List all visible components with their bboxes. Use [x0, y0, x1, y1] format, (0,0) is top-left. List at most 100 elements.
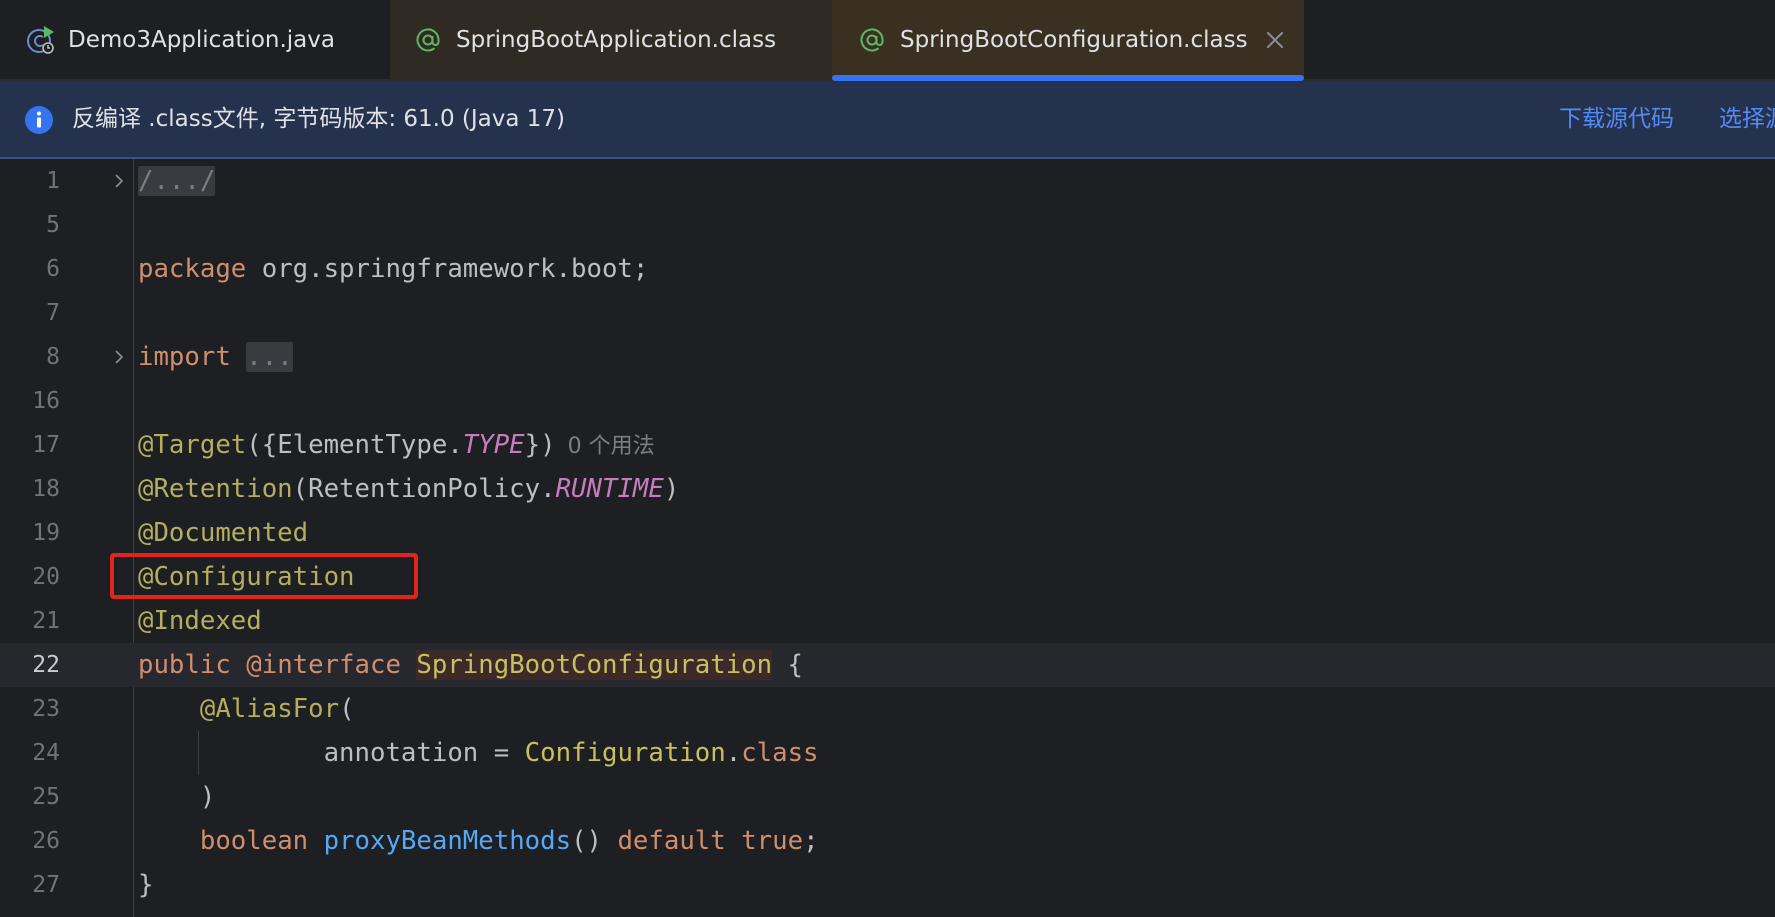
code-punct: }) [524, 430, 556, 460]
true-keyword: true [741, 826, 804, 856]
enum-constant: TYPE [462, 430, 525, 460]
code-text: /.../ [138, 159, 216, 203]
annotation-aliasfor: @AliasFor [199, 694, 340, 724]
fold-chevron-icon[interactable] [110, 348, 128, 366]
code-line: 23 @AliasFor( [0, 687, 1775, 731]
code-punct: . [725, 738, 742, 768]
code-punct: () [571, 826, 618, 856]
code-line: 21 @Indexed [0, 599, 1775, 643]
code-text: } [138, 863, 153, 907]
tab-label: Demo3Application.java [68, 26, 335, 53]
code-punct: ) [199, 782, 216, 812]
package-name: org.springframework.boot; [246, 254, 649, 284]
line-number: 21 [32, 608, 60, 634]
code-text: @Indexed [138, 599, 262, 643]
code-line: 25 ) [0, 775, 1775, 819]
line-number: 6 [46, 256, 60, 282]
close-icon[interactable] [1264, 29, 1286, 51]
indent-guide [198, 731, 199, 775]
decompiled-info-banner: 反编译 .class文件, 字节码版本: 61.0 (Java 17) 下载源代… [0, 81, 1775, 159]
code-line: 24 annotation = Configuration.class [0, 731, 1775, 775]
code-text: package org.springframework.boot; [138, 247, 648, 291]
default-keyword: default [617, 826, 726, 856]
enum-constant: RUNTIME [555, 474, 664, 504]
class-keyword: class [741, 738, 819, 768]
code-line: 18 @Retention(RetentionPolicy.RUNTIME) [0, 467, 1775, 511]
configuration-highlight-box [110, 553, 418, 599]
code-line: 27 } [0, 863, 1775, 907]
editor-tab-bar: Demo3Application.java SpringBootApplicat… [0, 0, 1775, 81]
code-text: boolean proxyBeanMethods() default true; [138, 819, 819, 863]
code-punct: ( [339, 694, 355, 724]
tab-label: SpringBootConfiguration.class [900, 26, 1248, 53]
method-name[interactable]: proxyBeanMethods [324, 826, 571, 856]
tab-demo3application[interactable]: Demo3Application.java [0, 0, 390, 79]
tab-springbootapplication[interactable]: SpringBootApplication.class [390, 0, 832, 79]
code-punct: ) [663, 474, 680, 504]
code-line: 16 [0, 379, 1775, 423]
annotation-target: @Target [138, 430, 247, 460]
code-text: @Documented [138, 511, 308, 555]
folded-header[interactable]: /.../ [138, 166, 216, 196]
annotation-documented: @Documented [138, 518, 309, 548]
annotation-indexed: @Indexed [138, 606, 262, 636]
fold-chevron-icon[interactable] [110, 172, 128, 190]
tab-springbootconfiguration[interactable]: SpringBootConfiguration.class [832, 0, 1304, 81]
line-number: 8 [46, 344, 60, 370]
line-number: 5 [46, 212, 60, 238]
code-text: annotation = Configuration.class [138, 731, 819, 775]
choose-sources-link[interactable]: 选择源 [1719, 101, 1775, 137]
code-punct: ; [803, 826, 819, 856]
annotation-param: annotation = [323, 738, 525, 768]
code-punct: } [138, 870, 154, 900]
annotation-icon [412, 24, 444, 56]
current-code-line: 22 public @interface SpringBootConfigura… [0, 643, 1775, 687]
line-number: 26 [32, 828, 60, 854]
code-editor[interactable]: 1 /.../ 5 6 package org.springframework.… [0, 159, 1775, 917]
interface-keyword: @interface [246, 650, 401, 680]
class-reference: Configuration [524, 738, 726, 768]
tab-label: SpringBootApplication.class [456, 26, 777, 53]
public-keyword: public [138, 650, 231, 680]
code-line: 8 import ... [0, 335, 1775, 379]
package-keyword: package [138, 254, 247, 284]
code-text: @Retention(RetentionPolicy.RUNTIME) [138, 467, 679, 511]
boolean-keyword: boolean [199, 826, 309, 856]
code-line: 26 boolean proxyBeanMethods() default tr… [0, 819, 1775, 863]
line-number: 7 [46, 300, 60, 326]
line-number: 24 [32, 740, 60, 766]
code-text: public @interface SpringBootConfiguratio… [138, 643, 803, 687]
code-punct: (RetentionPolicy. [292, 474, 556, 504]
line-number: 1 [46, 168, 60, 194]
code-text: import ... [138, 335, 293, 379]
usages-hint[interactable]: 0 个用法 [568, 434, 655, 459]
code-text: @AliasFor( [138, 687, 355, 731]
line-number: 17 [32, 432, 60, 458]
code-punct: ({ElementType. [246, 430, 463, 460]
type-name[interactable]: SpringBootConfiguration [416, 650, 773, 680]
line-number: 25 [32, 784, 60, 810]
code-text: ) [138, 775, 215, 819]
line-number: 18 [32, 476, 60, 502]
code-line: 1 /.../ [0, 159, 1775, 203]
annotation-retention: @Retention [138, 474, 293, 504]
line-number: 20 [32, 564, 60, 590]
banner-message: 反编译 .class文件, 字节码版本: 61.0 (Java 17) [72, 106, 566, 132]
code-line: 19 @Documented [0, 511, 1775, 555]
code-punct: { [772, 650, 804, 680]
code-line: 17 @Target({ElementType.TYPE}) 0 个用法 [0, 423, 1775, 467]
code-line: 7 [0, 291, 1775, 335]
java-run-class-icon [24, 24, 56, 56]
code-line: 6 package org.springframework.boot; [0, 247, 1775, 291]
folded-imports[interactable]: ... [246, 342, 293, 372]
info-icon [24, 105, 54, 135]
code-text: @Target({ElementType.TYPE}) 0 个用法 [138, 423, 655, 469]
line-number: 16 [32, 388, 60, 414]
import-keyword: import [138, 342, 231, 372]
download-sources-link[interactable]: 下载源代码 [1559, 101, 1674, 137]
code-line: 5 [0, 203, 1775, 247]
annotation-icon [856, 24, 888, 56]
line-number: 27 [32, 872, 60, 898]
line-number: 23 [32, 696, 60, 722]
line-number: 22 [32, 652, 60, 678]
